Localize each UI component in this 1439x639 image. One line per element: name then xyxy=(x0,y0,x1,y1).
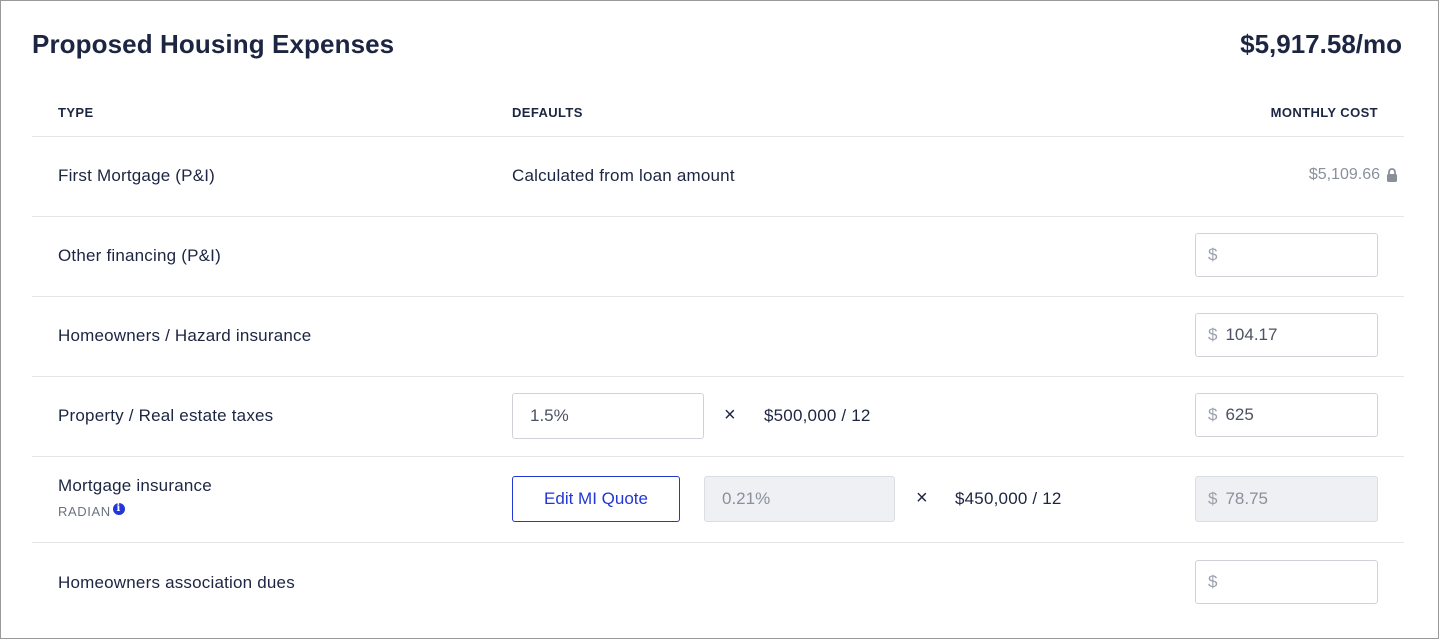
hazard-insurance-cost-input[interactable]: $ 104.17 xyxy=(1195,313,1378,357)
cost-value: $5,109.66 xyxy=(1308,166,1380,183)
housing-expenses-card: Proposed Housing Expenses $5,917.58/mo T… xyxy=(0,0,1439,639)
dollar-icon: $ xyxy=(1208,572,1218,591)
column-header-defaults: DEFAULTS xyxy=(512,105,583,120)
info-icon[interactable]: i xyxy=(112,502,125,515)
row-label: Mortgage insurance xyxy=(58,476,212,495)
locked-cost: $5,109.66 xyxy=(1309,166,1398,184)
row-label: Other financing (P&I) xyxy=(58,246,221,265)
rate-value: 1.5% xyxy=(530,406,569,425)
row-first-mortgage: First Mortgage (P&I) Calculated from loa… xyxy=(32,137,1404,217)
provider-name: RADIAN xyxy=(58,504,111,519)
column-header-monthly-cost: MONTHLY COST xyxy=(1270,105,1378,120)
row-hoa-dues: Homeowners association dues $ xyxy=(32,543,1404,622)
row-property-taxes: Property / Real estate taxes 1.5% × $500… xyxy=(32,377,1404,457)
cost-value: 104.17 xyxy=(1225,325,1278,344)
page-title: Proposed Housing Expenses xyxy=(32,29,395,59)
dollar-icon: $ xyxy=(1208,245,1218,264)
property-tax-rate-input[interactable]: 1.5% xyxy=(512,393,704,439)
row-label: First Mortgage (P&I) xyxy=(58,166,216,185)
property-tax-cost-input[interactable]: $ 625 xyxy=(1195,393,1378,437)
times-icon: × xyxy=(916,487,928,509)
lock-icon xyxy=(1387,168,1397,182)
dollar-icon: $ xyxy=(1208,325,1218,344)
dollar-icon: $ xyxy=(1208,405,1218,424)
row-other-financing: Other financing (P&I) $ xyxy=(32,217,1404,297)
mi-rate-input: 0.21% xyxy=(704,476,895,522)
row-mortgage-insurance: Mortgage insurance RADIAN i Edit MI Quot… xyxy=(32,457,1404,543)
other-financing-cost-input[interactable]: $ xyxy=(1195,233,1378,277)
monthly-total: $5,917.58/mo xyxy=(1240,29,1402,59)
mi-basis: $450,000 / 12 xyxy=(955,489,1062,508)
mi-cost-input: $ 78.75 xyxy=(1195,476,1378,522)
tax-basis: $500,000 / 12 xyxy=(764,406,871,425)
column-header-type: TYPE xyxy=(58,105,94,120)
default-text: Calculated from loan amount xyxy=(512,166,735,185)
expenses-table: TYPE DEFAULTS MONTHLY COST First Mortgag… xyxy=(32,87,1404,622)
cost-value: 625 xyxy=(1225,405,1254,424)
rate-value: 0.21% xyxy=(722,489,771,508)
hoa-dues-cost-input[interactable]: $ xyxy=(1195,560,1378,604)
dollar-icon: $ xyxy=(1208,489,1218,508)
row-label: Homeowners association dues xyxy=(58,573,295,592)
mi-provider: RADIAN i xyxy=(58,502,125,519)
cost-value: 78.75 xyxy=(1225,489,1269,508)
row-label: Property / Real estate taxes xyxy=(58,406,274,425)
table-header: TYPE DEFAULTS MONTHLY COST xyxy=(32,87,1404,137)
times-icon: × xyxy=(724,404,736,426)
edit-mi-quote-button[interactable]: Edit MI Quote xyxy=(512,476,680,522)
row-hazard-insurance: Homeowners / Hazard insurance $ 104.17 xyxy=(32,297,1404,377)
row-label: Homeowners / Hazard insurance xyxy=(58,326,312,345)
